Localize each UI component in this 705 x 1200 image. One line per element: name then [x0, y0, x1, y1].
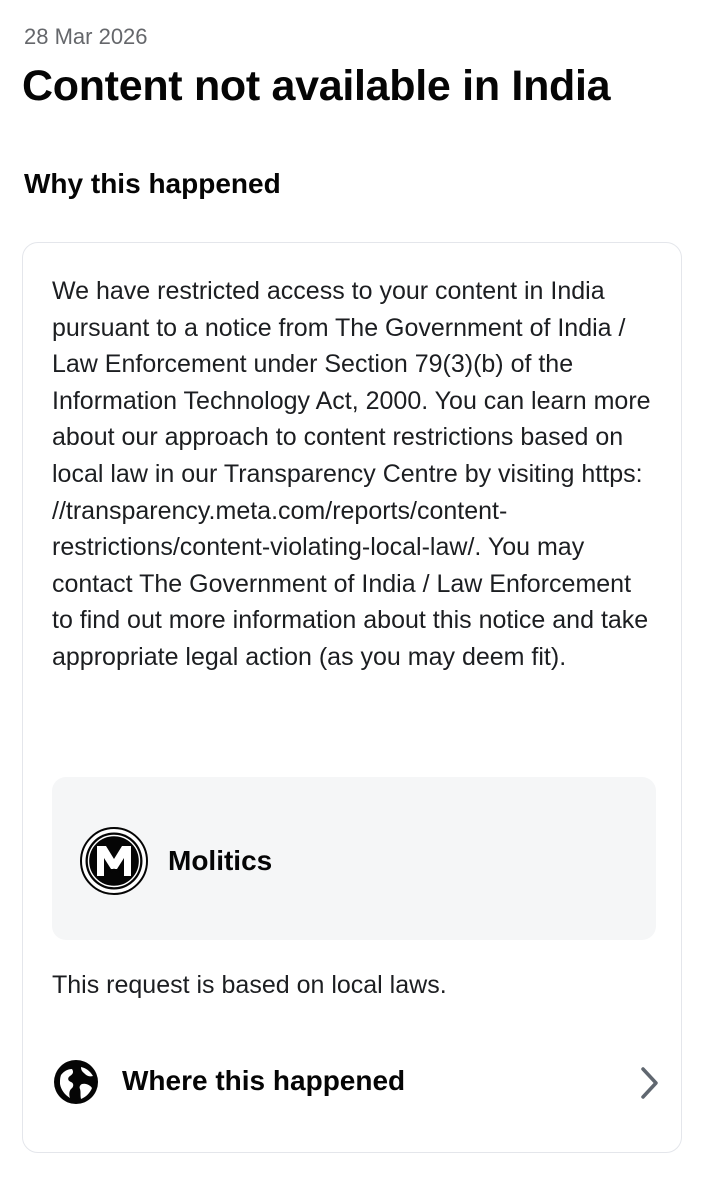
notice-card: We have restricted access to your conten…: [22, 242, 682, 1153]
account-name: Molitics: [168, 845, 273, 876]
molitics-logo-icon: [80, 827, 148, 895]
globe-icon: [54, 1060, 98, 1104]
basis-text: This request is based on local laws.: [52, 971, 447, 999]
account-box[interactable]: Molitics: [52, 777, 656, 940]
section-heading: Why this happened: [24, 168, 281, 199]
where-this-happened-label: Where this happened: [122, 1065, 406, 1096]
notice-date: 28 Mar 2026: [24, 24, 148, 49]
notice-text: We have restricted access to your conten…: [52, 277, 651, 671]
where-this-happened-row[interactable]: Where this happened: [52, 1051, 658, 1115]
page-title: Content not available in India: [22, 62, 611, 110]
chevron-right-icon: [641, 1067, 658, 1099]
